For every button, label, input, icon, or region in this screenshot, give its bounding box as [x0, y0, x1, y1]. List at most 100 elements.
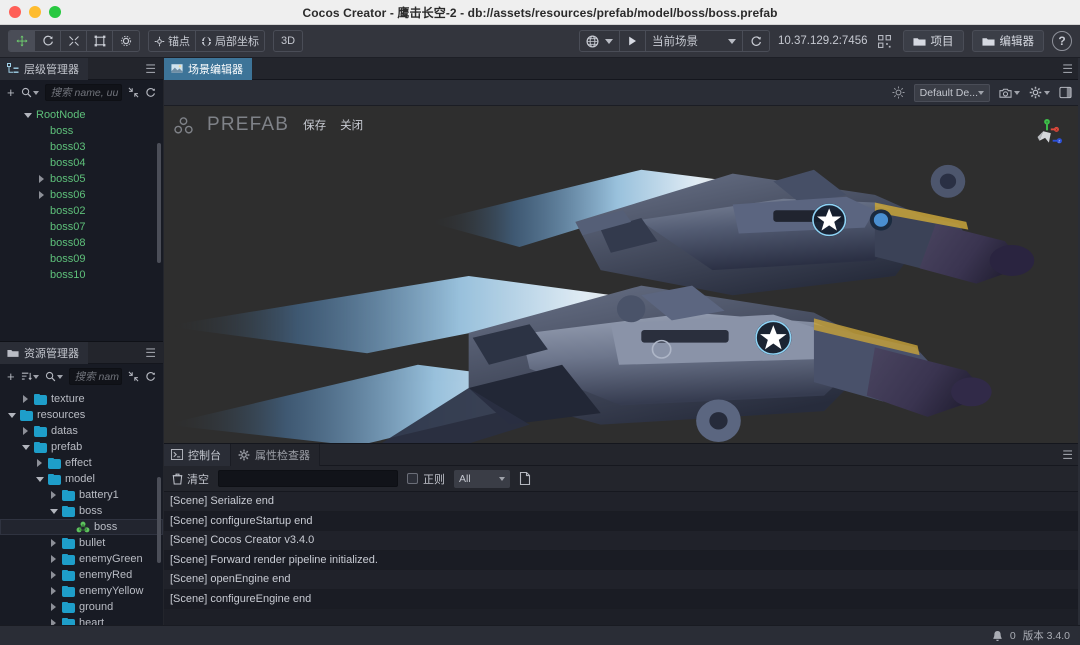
scene-viewport[interactable]: PREFAB 保存 关闭 Y X Z [164, 106, 1080, 443]
hierarchy-scrollbar[interactable] [157, 143, 161, 263]
assets-scrollbar[interactable] [157, 477, 161, 563]
lighting-settings-button[interactable] [892, 86, 905, 99]
console-log-list[interactable]: [Scene] Serialize end [Scene] configureSt… [164, 492, 1080, 625]
hierarchy-node-boss09[interactable]: boss09 [0, 251, 163, 267]
regex-checkbox[interactable] [407, 473, 418, 484]
coord-toggle-button[interactable]: 局部坐标 [196, 31, 264, 51]
export-log-button[interactable] [519, 472, 531, 485]
tab-console[interactable]: 控制台 [164, 443, 231, 466]
hierarchy-node-boss[interactable]: boss [0, 123, 163, 139]
chevron-right-icon[interactable] [48, 555, 59, 563]
asset-item-heart[interactable]: heart [0, 615, 163, 625]
asset-item-model[interactable]: model [0, 471, 163, 487]
hierarchy-node-boss02[interactable]: boss02 [0, 203, 163, 219]
asset-item-enemyYellow[interactable]: enemyYellow [0, 583, 163, 599]
play-button[interactable] [620, 31, 646, 51]
hierarchy-node-RootNode[interactable]: RootNode [0, 107, 163, 123]
console-log-row[interactable]: [Scene] Forward render pipeline initiali… [164, 550, 1080, 570]
camera-settings-button[interactable] [999, 87, 1020, 99]
axis-gizmo[interactable]: Y X Z [1028, 118, 1066, 154]
asset-item-enemyRed[interactable]: enemyRed [0, 567, 163, 583]
refresh-preview-button[interactable] [743, 31, 769, 51]
close-window-button[interactable] [9, 6, 21, 18]
sort-assets-button[interactable] [21, 371, 39, 382]
assets-search-filter-button[interactable] [45, 371, 63, 382]
chevron-down-icon[interactable] [6, 412, 17, 418]
minimize-window-button[interactable] [29, 6, 41, 18]
clear-console-button[interactable]: 清空 [172, 471, 209, 487]
tab-scene-editor[interactable]: 场景编辑器 [164, 57, 252, 80]
toggle-panel-button[interactable] [1059, 86, 1072, 99]
asset-item-bullet[interactable]: bullet [0, 535, 163, 551]
regex-toggle[interactable]: 正则 [407, 471, 445, 487]
gizmo-settings-button[interactable] [1029, 86, 1050, 99]
prefab-save-button[interactable]: 保存 [303, 117, 326, 133]
hierarchy-node-boss08[interactable]: boss08 [0, 235, 163, 251]
scene-target-select[interactable]: 当前场景 [646, 31, 743, 51]
assets-collapse-button[interactable] [128, 371, 139, 382]
chevron-right-icon[interactable] [36, 191, 47, 199]
layer-select[interactable]: Default De... [913, 83, 990, 102]
qrcode-icon[interactable] [877, 34, 891, 48]
asset-item-boss[interactable]: boss [0, 503, 163, 519]
console-search-input[interactable] [218, 470, 398, 487]
move-tool-button[interactable] [9, 31, 35, 51]
chevron-right-icon[interactable] [34, 459, 45, 467]
hierarchy-node-boss07[interactable]: boss07 [0, 219, 163, 235]
assets-search-input[interactable]: 搜索 nam [68, 368, 122, 385]
pivot-toggle-button[interactable]: 锚点 [149, 31, 196, 51]
chevron-right-icon[interactable] [48, 619, 59, 625]
hierarchy-node-boss05[interactable]: boss05 [0, 171, 163, 187]
project-menu-button[interactable]: 项目 [902, 30, 964, 52]
help-button[interactable]: ? [1052, 31, 1072, 51]
asset-item-resources[interactable]: resources [0, 407, 163, 423]
hierarchy-node-boss03[interactable]: boss03 [0, 139, 163, 155]
chevron-down-icon[interactable] [22, 112, 33, 118]
asset-item-boss[interactable]: boss [0, 519, 163, 535]
asset-item-prefab[interactable]: prefab [0, 439, 163, 455]
hierarchy-node-boss10[interactable]: boss10 [0, 267, 163, 283]
dimension-toggle-button[interactable]: 3D [273, 30, 304, 52]
chevron-right-icon[interactable] [48, 571, 59, 579]
chevron-down-icon[interactable] [48, 508, 59, 514]
window-controls[interactable] [0, 6, 61, 18]
chevron-right-icon[interactable] [36, 175, 47, 183]
gear-tool-button[interactable] [113, 31, 139, 51]
chevron-right-icon[interactable] [48, 603, 59, 611]
hierarchy-menu-icon[interactable]: ☰ [145, 63, 156, 75]
chevron-right-icon[interactable] [20, 427, 31, 435]
preview-target-select[interactable] [580, 31, 620, 51]
chevron-down-icon[interactable] [34, 476, 45, 482]
assets-menu-icon[interactable]: ☰ [145, 347, 156, 359]
rect-tool-button[interactable] [87, 31, 113, 51]
tab-inspector[interactable]: 属性检查器 [231, 443, 320, 466]
asset-item-texture[interactable]: texture [0, 391, 163, 407]
console-log-row[interactable]: [Scene] configureEngine end [164, 589, 1080, 609]
chevron-right-icon[interactable] [48, 587, 59, 595]
console-menu-icon[interactable]: ☰ [1062, 449, 1073, 461]
asset-item-enemyGreen[interactable]: enemyGreen [0, 551, 163, 567]
chevron-right-icon[interactable] [20, 395, 31, 403]
asset-item-datas[interactable]: datas [0, 423, 163, 439]
bell-icon[interactable] [992, 630, 1003, 642]
chevron-right-icon[interactable] [48, 539, 59, 547]
chevron-down-icon[interactable] [20, 444, 31, 450]
hierarchy-refresh-button[interactable] [145, 87, 156, 98]
hierarchy-node-boss04[interactable]: boss04 [0, 155, 163, 171]
assets-refresh-button[interactable] [145, 371, 156, 382]
console-log-row[interactable]: [Scene] configureStartup end [164, 511, 1080, 531]
add-asset-button[interactable]: + [7, 369, 15, 384]
asset-item-ground[interactable]: ground [0, 599, 163, 615]
console-log-row[interactable]: [Scene] Cocos Creator v3.4.0 [164, 531, 1080, 551]
editor-menu-button[interactable]: 编辑器 [971, 30, 1044, 52]
assets-tree[interactable]: texture resources datas prefab effect model ba… [0, 389, 163, 625]
hierarchy-search-filter-button[interactable] [21, 87, 39, 98]
hierarchy-node-boss06[interactable]: boss06 [0, 187, 163, 203]
scene-menu-icon[interactable]: ☰ [1062, 63, 1073, 75]
chevron-right-icon[interactable] [48, 491, 59, 499]
add-node-button[interactable]: + [7, 85, 15, 100]
asset-item-battery1[interactable]: battery1 [0, 487, 163, 503]
log-level-select[interactable]: All [454, 469, 510, 488]
console-log-row[interactable]: [Scene] Serialize end [164, 492, 1080, 512]
tab-hierarchy[interactable]: 层级管理器 [0, 57, 88, 80]
